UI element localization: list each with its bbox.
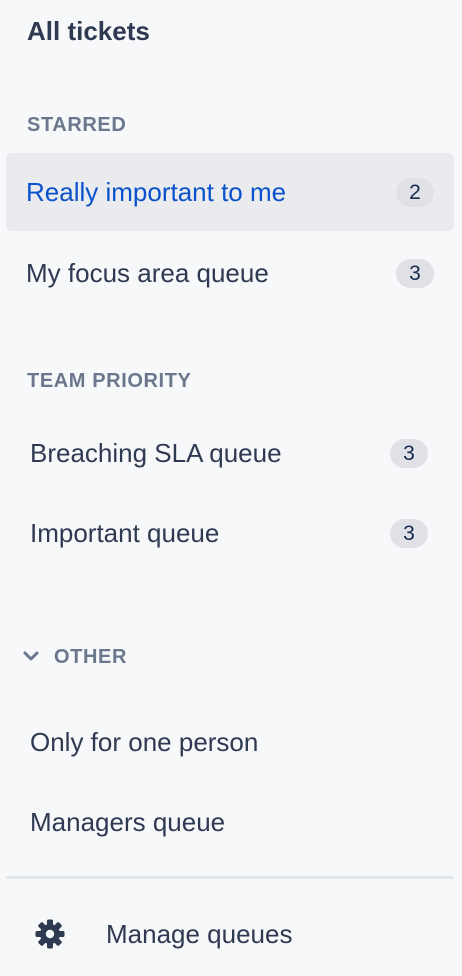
queue-item-my-focus-area[interactable]: My focus area queue 3	[6, 234, 454, 312]
queue-item-really-important[interactable]: Really important to me 2	[6, 153, 454, 231]
queue-label: Important queue	[30, 518, 220, 548]
queue-item-breaching-sla[interactable]: Breaching SLA queue 3	[6, 414, 454, 492]
queue-label: Only for one person	[30, 727, 259, 757]
count-badge: 3	[390, 519, 428, 548]
queue-label: Really important to me	[26, 177, 287, 207]
manage-queues-label: Manage queues	[106, 919, 293, 949]
queue-label: Managers queue	[30, 807, 226, 837]
queue-label: My focus area queue	[26, 258, 269, 288]
count-badge: 3	[396, 259, 434, 288]
queue-item-managers[interactable]: Managers queue	[6, 783, 454, 861]
count-badge: 2	[396, 178, 434, 207]
section-heading-starred: STARRED	[27, 114, 127, 136]
divider	[6, 876, 454, 879]
manage-queues-button[interactable]: Manage queues	[6, 896, 454, 972]
gear-icon	[35, 919, 65, 949]
section-heading-team-priority: TEAM PRIORITY	[27, 370, 192, 392]
all-tickets-link[interactable]: All tickets	[27, 14, 150, 48]
queue-item-only-for-one-person[interactable]: Only for one person	[6, 703, 454, 781]
chevron-down-icon[interactable]	[22, 649, 40, 663]
queue-label: Breaching SLA queue	[30, 438, 282, 468]
section-heading-other[interactable]: OTHER	[54, 645, 127, 669]
count-badge: 3	[390, 439, 428, 468]
queue-item-important[interactable]: Important queue 3	[6, 494, 454, 572]
queue-sidebar: All tickets STARRED Really important to …	[0, 0, 462, 976]
